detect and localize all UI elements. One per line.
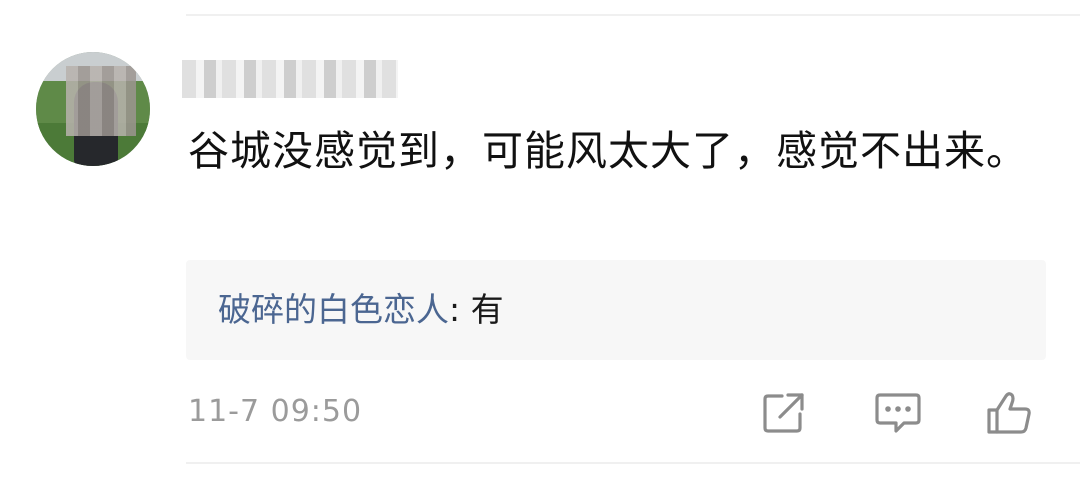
share-icon: [763, 393, 804, 433]
like-button[interactable]: [985, 390, 1033, 436]
reply-content: 有: [470, 290, 504, 329]
reply-line: 破碎的白色恋人: 有: [218, 287, 504, 333]
avatar-blur: [66, 66, 136, 136]
top-divider: [186, 14, 1080, 16]
timestamp: 11-7 09:50: [188, 394, 363, 429]
avatar[interactable]: [36, 52, 150, 166]
reply-separator: :: [449, 290, 471, 329]
comment-icon: [875, 393, 921, 433]
comment-button[interactable]: [874, 390, 922, 436]
username-blurred[interactable]: [182, 60, 398, 98]
reply-box[interactable]: 破碎的白色恋人: 有: [186, 260, 1046, 360]
share-button[interactable]: [760, 390, 808, 436]
comment-text: 谷城没感觉到，可能风太大了，感觉不出来。: [188, 127, 1028, 175]
reply-author[interactable]: 破碎的白色恋人: [218, 290, 449, 329]
bottom-divider: [186, 462, 1080, 464]
thumbs-up-icon: [987, 392, 1031, 434]
